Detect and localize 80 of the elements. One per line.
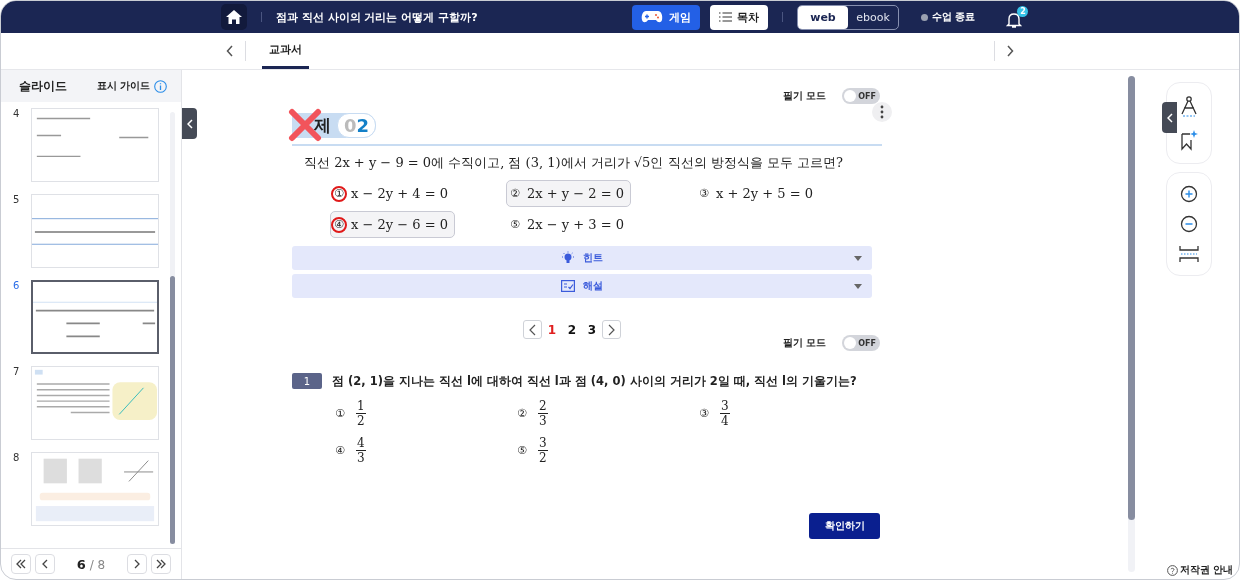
slide-number: 7 bbox=[13, 366, 21, 379]
note-mode-label: 필기 모드 bbox=[782, 336, 826, 350]
zoom-in-icon[interactable] bbox=[1180, 185, 1198, 203]
lightbulb-icon bbox=[561, 251, 575, 265]
last-page-button[interactable] bbox=[151, 554, 171, 574]
answer-choice[interactable]: ⑤ 3 2 bbox=[514, 436, 548, 465]
current-slide: 6 bbox=[76, 556, 86, 572]
info-icon[interactable] bbox=[154, 79, 167, 93]
help-icon bbox=[1166, 564, 1178, 576]
slide-separator: / bbox=[89, 557, 94, 572]
first-page-button[interactable] bbox=[11, 554, 31, 574]
more-icon bbox=[880, 105, 884, 119]
fit-height-icon[interactable] bbox=[1179, 245, 1199, 263]
double-chevron-right-icon bbox=[156, 559, 166, 569]
scrollbar[interactable] bbox=[1128, 76, 1135, 572]
answer-choice[interactable]: ② 2 3 bbox=[514, 399, 548, 428]
chevron-left-icon bbox=[186, 118, 193, 129]
previous-button[interactable] bbox=[523, 320, 542, 339]
scrollbar[interactable] bbox=[170, 112, 175, 544]
confirm-button[interactable]: 확인하기 bbox=[809, 513, 880, 539]
accordion-panel[interactable]: 해설 bbox=[292, 274, 872, 298]
chevron-left-icon bbox=[226, 45, 234, 57]
chevron-right-icon bbox=[134, 559, 140, 569]
slide-number: 4 bbox=[13, 108, 21, 121]
note-mode-label: 필기 모드 bbox=[782, 89, 826, 103]
bookmark-icon[interactable] bbox=[1179, 129, 1199, 151]
question-number: 1 bbox=[292, 373, 322, 389]
home-icon bbox=[225, 9, 243, 25]
accordion-panel[interactable]: 힌트 bbox=[292, 246, 872, 270]
page-link[interactable]: 2 bbox=[562, 322, 582, 337]
chevron-left-icon bbox=[42, 559, 48, 569]
next-button[interactable] bbox=[602, 320, 621, 339]
sidebar-title: 슬라이드 bbox=[19, 77, 68, 95]
problem-number: 02 bbox=[337, 112, 377, 138]
more-button[interactable] bbox=[872, 102, 892, 122]
answer-choice[interactable]: ④ 4 3 bbox=[332, 436, 366, 465]
note-mode-toggle[interactable]: OFF bbox=[842, 88, 880, 104]
total-slides: 8 bbox=[97, 557, 106, 572]
answer-choice[interactable]: ④ x − 2y − 6 = 0 bbox=[330, 211, 455, 238]
page-link[interactable]: 3 bbox=[582, 322, 602, 337]
answer-choice[interactable]: ③ 3 4 bbox=[696, 399, 730, 428]
double-chevron-left-icon bbox=[16, 559, 26, 569]
game-button[interactable]: 게임 bbox=[632, 4, 700, 30]
page-link[interactable]: 1 bbox=[542, 322, 562, 337]
zoom-out-icon[interactable] bbox=[1180, 215, 1198, 233]
slide-number: 6 bbox=[13, 280, 21, 293]
view-tab[interactable]: web bbox=[798, 5, 848, 29]
view-tab[interactable]: ebook bbox=[848, 5, 898, 29]
question-text: 점 (2, 1)을 지나는 직선 l에 대하여 직선 l과 점 (4, 0) 사이의 거리가 2일 때, 직선 l의 기울기는? bbox=[332, 373, 857, 389]
slide-number: 8 bbox=[13, 452, 21, 465]
collapse-toolbar-button[interactable] bbox=[1162, 102, 1177, 133]
toc-button[interactable]: 목차 bbox=[710, 4, 768, 30]
lesson-title: 점과 직선 사이의 거리는 어떻게 구할까? bbox=[276, 9, 479, 25]
note-mode-toggle[interactable]: OFF bbox=[842, 335, 880, 351]
end-class-button[interactable]: 수업 종료 bbox=[921, 10, 976, 24]
chevron-left-icon bbox=[1166, 112, 1173, 123]
checklist-icon bbox=[561, 280, 575, 292]
answer-choice[interactable]: ① 1 2 bbox=[332, 399, 366, 428]
problem-label-text: 제 bbox=[314, 113, 331, 137]
chevron-left-icon bbox=[529, 323, 536, 336]
caret-icon bbox=[854, 284, 862, 289]
guide-label: 표시 가이드 bbox=[96, 79, 150, 93]
answer-choice[interactable]: ① x − 2y + 4 = 0 bbox=[330, 180, 455, 207]
answer-choice[interactable]: ⑤ 2x − y + 3 = 0 bbox=[506, 211, 631, 238]
textbook-tab[interactable]: 교과서 bbox=[262, 33, 309, 69]
home-button[interactable] bbox=[221, 4, 247, 30]
compass-icon[interactable] bbox=[1179, 95, 1199, 117]
answer-choice[interactable]: ② 2x + y − 2 = 0 bbox=[506, 180, 631, 207]
collapse-sidebar-button[interactable] bbox=[182, 108, 197, 139]
copyright-link[interactable]: 저작권 안내 bbox=[1166, 563, 1234, 577]
gamepad-icon bbox=[641, 10, 663, 24]
list-icon bbox=[719, 12, 732, 22]
caret-icon bbox=[854, 256, 862, 261]
notification-badge: 2 bbox=[1017, 5, 1029, 17]
question-text: 직선 2x + y − 9 = 0에 수직이고, 점 (3, 1)에서 거리가 √5인 직선의 방정식을 모두 고르면? bbox=[304, 154, 844, 172]
chevron-right-icon bbox=[1006, 45, 1014, 57]
answer-choice[interactable]: ③ x + 2y + 5 = 0 bbox=[695, 180, 820, 207]
slide-thumbnail[interactable] bbox=[31, 280, 159, 354]
chevron-right-icon bbox=[608, 323, 615, 336]
slide-number: 5 bbox=[13, 194, 21, 207]
